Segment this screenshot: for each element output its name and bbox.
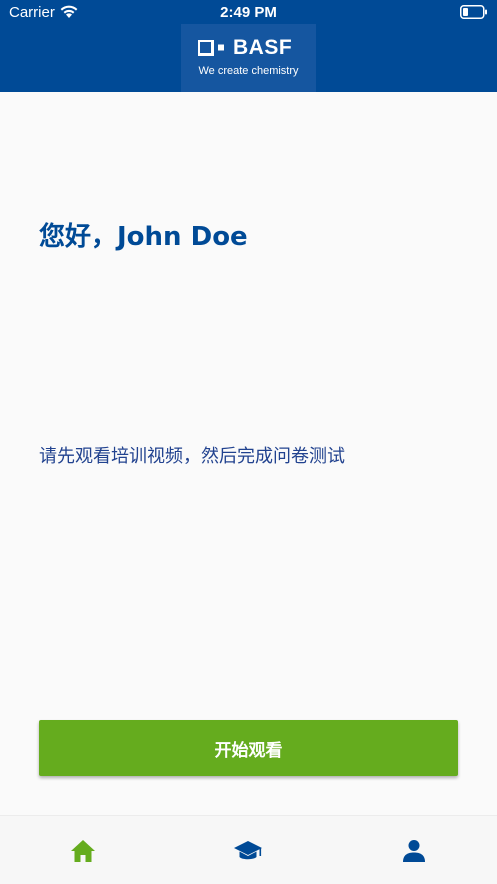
greeting-title: 您好，John Doe [39, 222, 248, 252]
tab-home[interactable] [66, 834, 100, 868]
start-watching-button[interactable]: 开始观看 [39, 720, 458, 776]
user-icon [403, 840, 425, 862]
bottom-tab-bar [0, 815, 497, 884]
clock-label: 2:49 PM [220, 4, 277, 21]
tab-profile[interactable] [397, 834, 431, 868]
basf-logo-mark-icon [198, 40, 224, 56]
logo-tagline: We create chemistry [198, 65, 299, 77]
logo-wordmark: BASF [233, 36, 293, 59]
status-bar: Carrier 2:49 PM [0, 0, 497, 26]
graduation-cap-icon [234, 841, 262, 860]
home-icon [71, 840, 95, 862]
tab-learning[interactable] [231, 834, 265, 868]
instruction-text: 请先观看培训视频，然后完成问卷测试 [39, 446, 345, 467]
basf-logo: BASF We create chemistry [181, 24, 316, 92]
battery-icon [460, 5, 488, 24]
app-header: Carrier 2:49 PM BASF We create chemistry [0, 0, 497, 92]
